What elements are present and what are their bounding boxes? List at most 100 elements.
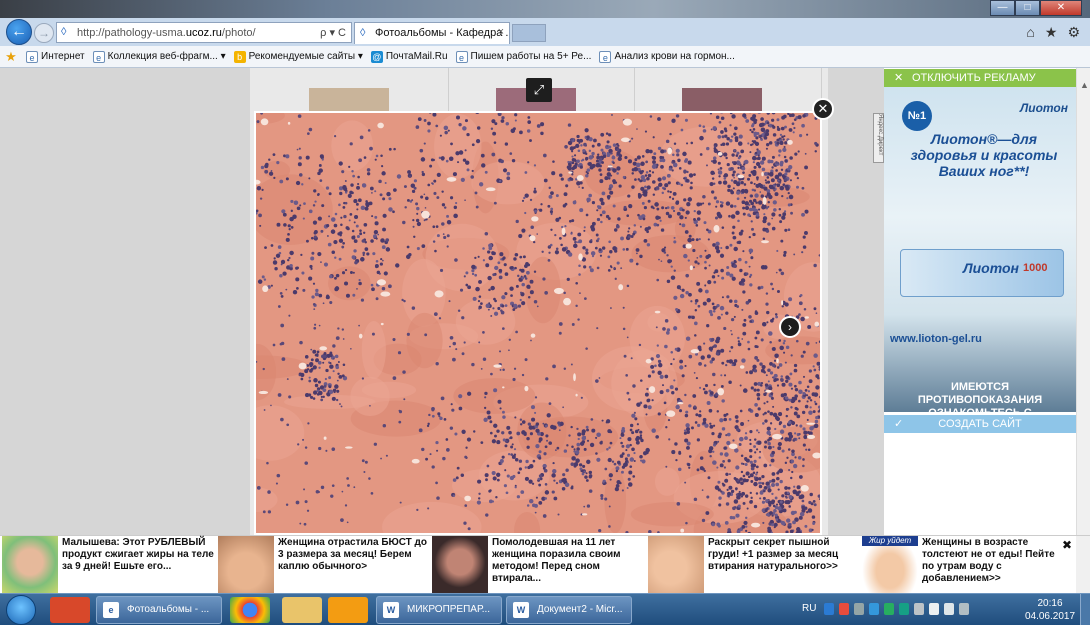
settings-gear-icon[interactable]: ⚙ bbox=[1067, 24, 1080, 41]
language-indicator[interactable]: RU bbox=[802, 603, 816, 614]
desktop-screen: — □ ✕ ← → ◊ http://pathology-usma.ucoz.r… bbox=[0, 0, 1090, 625]
tab-favicon-icon: ◊ bbox=[360, 27, 366, 39]
histology-photo bbox=[256, 113, 820, 533]
teaser-text[interactable]: Малышева: Этот РУБЛЕВЫЙ продукт сжигает … bbox=[58, 536, 218, 594]
ie-page-icon: ◊ bbox=[61, 26, 67, 38]
word-icon: W bbox=[383, 602, 399, 618]
taskbar-button-word-2[interactable]: W Документ2 - Micr... bbox=[506, 596, 632, 624]
clock-time: 20:16 bbox=[1037, 598, 1063, 609]
teaser-badge: Жир уйдет bbox=[862, 536, 918, 546]
favorite-item[interactable]: e Коллекция веб-фрагм... ▾ bbox=[92, 50, 226, 63]
clock-date: 04.06.2017 bbox=[1024, 611, 1076, 622]
show-desktop-button[interactable] bbox=[1080, 594, 1090, 625]
signal-icon[interactable] bbox=[959, 603, 969, 615]
tray-icon[interactable] bbox=[839, 603, 849, 615]
ie-icon: e bbox=[103, 602, 119, 618]
thumbnail-cell[interactable] bbox=[262, 68, 449, 112]
volume-icon[interactable] bbox=[944, 603, 954, 615]
thumbnail-image[interactable] bbox=[309, 88, 389, 112]
tray-icon[interactable] bbox=[899, 603, 909, 615]
ad-badge: №1 bbox=[902, 101, 932, 131]
maximize-button[interactable]: □ bbox=[1015, 0, 1040, 16]
teaser-close-icon[interactable]: ✖ bbox=[1062, 538, 1072, 552]
teaser-text[interactable]: Женщина отрастила БЮСТ до 3 размера за м… bbox=[274, 536, 434, 594]
page-icon: e bbox=[26, 50, 38, 63]
next-photo-icon[interactable]: › bbox=[779, 316, 801, 338]
vertical-scrollbar[interactable]: ▲ bbox=[1076, 68, 1090, 535]
forward-button[interactable]: → bbox=[34, 23, 54, 43]
favorites-bar: ★ e Интернет e Коллекция веб-фрагм... ▾ bР… bbox=[0, 46, 1090, 68]
tray-icon[interactable] bbox=[824, 603, 834, 615]
fullscreen-expand-icon[interactable]: ⤢ bbox=[526, 78, 552, 102]
favorite-item[interactable]: e Анализ крови на гормон... bbox=[599, 50, 735, 63]
address-tools[interactable]: ρ ▾ C bbox=[320, 26, 346, 39]
lightbox-close-icon[interactable]: ✕ bbox=[812, 98, 834, 120]
clock[interactable]: 20:16 04.06.2017 bbox=[1022, 597, 1078, 623]
favorite-item[interactable]: @ ПочтаMail.Ru bbox=[370, 50, 448, 63]
thumbnail-image[interactable] bbox=[682, 88, 763, 112]
tray-icon[interactable] bbox=[854, 603, 864, 615]
ad-product-name: Лиотон bbox=[963, 260, 1019, 276]
lightbox-viewer bbox=[254, 111, 822, 535]
teaser-item[interactable]: Малышева: Этот РУБЛЕВЫЙ продукт сжигает … bbox=[2, 536, 218, 594]
page-content: ⤢ ✕ › ✕ ОТКЛЮЧИТЬ РЕКЛАМУ Яндекс.Директ … bbox=[0, 68, 1090, 535]
taskbar-button-word-1[interactable]: W МИКРОПРЕПАР... bbox=[376, 596, 502, 624]
thumbnail-cell[interactable] bbox=[635, 68, 823, 112]
tab-photo-albums[interactable]: ◊ Фотоальбомы - Кафедра ... × bbox=[354, 22, 510, 44]
teaser-item[interactable]: Помолодевшая на 11 лет женщина поразила … bbox=[432, 536, 648, 594]
page-icon: e bbox=[599, 50, 612, 63]
teaser-scrollbar[interactable] bbox=[1076, 536, 1090, 594]
address-url[interactable]: http://pathology-usma.ucoz.ru/photo/ bbox=[77, 27, 256, 39]
create-site-button[interactable]: ✓ СОЗДАТЬ САЙТ bbox=[884, 415, 1076, 433]
folder-icon[interactable] bbox=[282, 597, 322, 623]
scroll-up-icon[interactable]: ▲ bbox=[1080, 80, 1089, 90]
window-controls: — □ ✕ bbox=[990, 0, 1082, 16]
histology-image bbox=[256, 113, 820, 533]
teaser-text[interactable]: Женщины в возрасте толстеют не от еды! П… bbox=[918, 536, 1068, 594]
favorites-add-icon[interactable]: ★ bbox=[4, 48, 18, 64]
new-tab-button[interactable] bbox=[512, 24, 546, 42]
tab-close-icon[interactable]: × bbox=[498, 26, 504, 38]
back-button[interactable]: ← bbox=[6, 19, 32, 45]
teaser-image[interactable] bbox=[648, 536, 704, 594]
ad-side-tag[interactable]: Яндекс.Директ bbox=[873, 113, 884, 163]
close-icon: ✕ bbox=[894, 72, 904, 84]
home-icon[interactable]: ⌂ bbox=[1026, 24, 1034, 41]
word-icon: W bbox=[513, 602, 529, 618]
page-icon: e bbox=[92, 50, 105, 63]
disable-ads-button[interactable]: ✕ ОТКЛЮЧИТЬ РЕКЛАМУ bbox=[884, 69, 1076, 87]
overlay-dim-left[interactable] bbox=[0, 68, 250, 535]
favorite-item[interactable]: b Рекомендуемые сайты ▾ bbox=[233, 50, 363, 63]
ad-banner[interactable]: Яндекс.Директ №1 Лиотон Лиотон®—для здор… bbox=[873, 87, 1076, 445]
taskbar-button-ie[interactable]: e Фотоальбомы - ... bbox=[96, 596, 222, 624]
teaser-text[interactable]: Помолодевшая на 11 лет женщина поразила … bbox=[488, 536, 648, 594]
teaser-image[interactable] bbox=[2, 536, 58, 594]
browser-chrome: — □ ✕ ← → ◊ http://pathology-usma.ucoz.r… bbox=[0, 0, 1090, 68]
teaser-text[interactable]: Раскрыт секрет пышной груди! +1 размер з… bbox=[704, 536, 864, 594]
teaser-image[interactable] bbox=[218, 536, 274, 594]
close-window-button[interactable]: ✕ bbox=[1040, 0, 1082, 16]
ad-site-link[interactable]: www.lioton-gel.ru bbox=[890, 333, 982, 345]
favorites-star-icon[interactable]: ★ bbox=[1045, 24, 1058, 41]
tray-icons bbox=[824, 603, 1014, 617]
minimize-button[interactable]: — bbox=[990, 0, 1015, 16]
teaser-item[interactable]: Раскрыт секрет пышной груди! +1 размер з… bbox=[648, 536, 864, 594]
media-player-icon[interactable] bbox=[328, 597, 368, 623]
favorite-item[interactable]: e Пишем работы на 5+ Ре... bbox=[455, 50, 591, 63]
ad-panel: ✕ ОТКЛЮЧИТЬ РЕКЛАМУ Яндекс.Директ №1 Лио… bbox=[873, 69, 1076, 445]
teaser-item[interactable]: Женщина отрастила БЮСТ до 3 размера за м… bbox=[218, 536, 434, 594]
teaser-image[interactable] bbox=[432, 536, 488, 594]
network-icon[interactable] bbox=[929, 603, 939, 615]
star-icon: ★ bbox=[5, 48, 17, 64]
favorite-item[interactable]: e Интернет bbox=[26, 50, 85, 63]
tab-title: Фотоальбомы - Кафедра ... bbox=[375, 27, 510, 39]
start-button[interactable] bbox=[6, 595, 36, 625]
tray-icon[interactable] bbox=[869, 603, 879, 615]
address-bar[interactable]: ◊ http://pathology-usma.ucoz.ru/photo/ ρ… bbox=[56, 22, 352, 43]
chrome-icon[interactable] bbox=[230, 597, 270, 623]
tray-icon[interactable] bbox=[884, 603, 894, 615]
check-icon: ✓ bbox=[894, 418, 904, 430]
tray-icon[interactable] bbox=[914, 603, 924, 615]
ad-product-box: Лиотон 1000 bbox=[900, 249, 1064, 297]
explorer-pinned-icon[interactable] bbox=[50, 597, 90, 623]
